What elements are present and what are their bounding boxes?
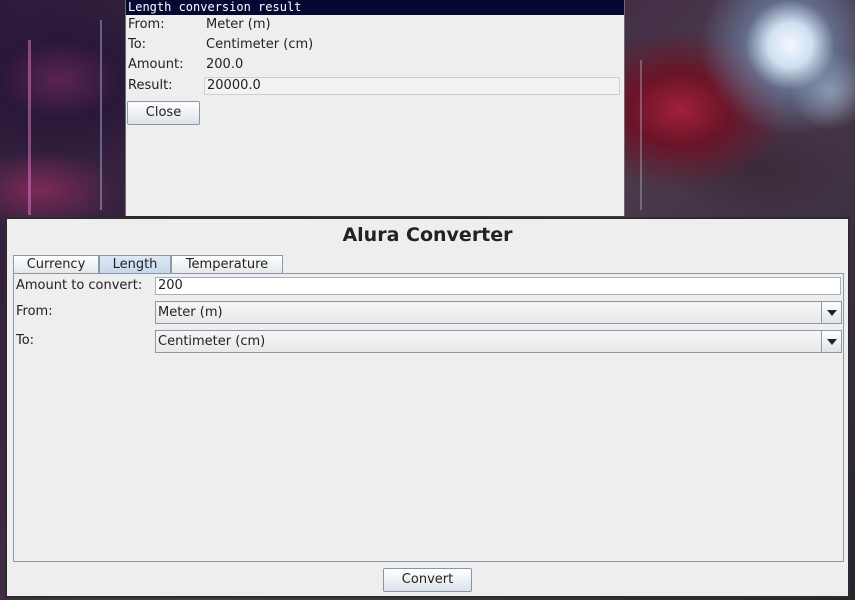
from-label: From:: [16, 304, 53, 319]
result-to-value: Centimeter (cm): [206, 37, 314, 52]
wallpaper-streak: [28, 40, 31, 215]
result-dialog: Length conversion result From: Meter (m)…: [125, 0, 625, 216]
tab-currency[interactable]: Currency: [13, 255, 99, 274]
tab-length[interactable]: Length: [99, 255, 171, 274]
tab-temperature[interactable]: Temperature: [171, 255, 283, 274]
from-unit-value: Meter (m): [158, 305, 223, 320]
to-unit-select[interactable]: Centimeter (cm): [155, 330, 842, 353]
wallpaper-streak: [100, 20, 102, 210]
convert-button[interactable]: Convert: [383, 568, 472, 592]
chevron-down-icon[interactable]: [821, 331, 841, 352]
from-unit-select[interactable]: Meter (m): [155, 301, 842, 324]
result-result-label: Result:: [128, 78, 173, 93]
main-window: Alura Converter Currency Length Temperat…: [5, 217, 850, 598]
result-dialog-titlebar[interactable]: Length conversion result: [126, 0, 624, 15]
result-from-value: Meter (m): [206, 17, 271, 32]
wallpaper-streak: [640, 60, 642, 210]
result-from-label: From:: [128, 17, 165, 32]
close-button[interactable]: Close: [127, 101, 200, 125]
to-label: To:: [16, 333, 35, 348]
result-value-field[interactable]: 20000.0: [204, 77, 620, 95]
result-amount-value: 200.0: [206, 57, 244, 72]
amount-input[interactable]: 200: [155, 277, 841, 295]
to-unit-value: Centimeter (cm): [158, 334, 266, 349]
amount-label: Amount to convert:: [16, 278, 143, 293]
result-amount-label: Amount:: [128, 57, 184, 72]
chevron-down-icon[interactable]: [821, 302, 841, 323]
app-title: Alura Converter: [342, 224, 513, 246]
result-to-label: To:: [128, 37, 147, 52]
length-tab-panel: Amount to convert: 200 From: Meter (m) T…: [13, 273, 844, 562]
